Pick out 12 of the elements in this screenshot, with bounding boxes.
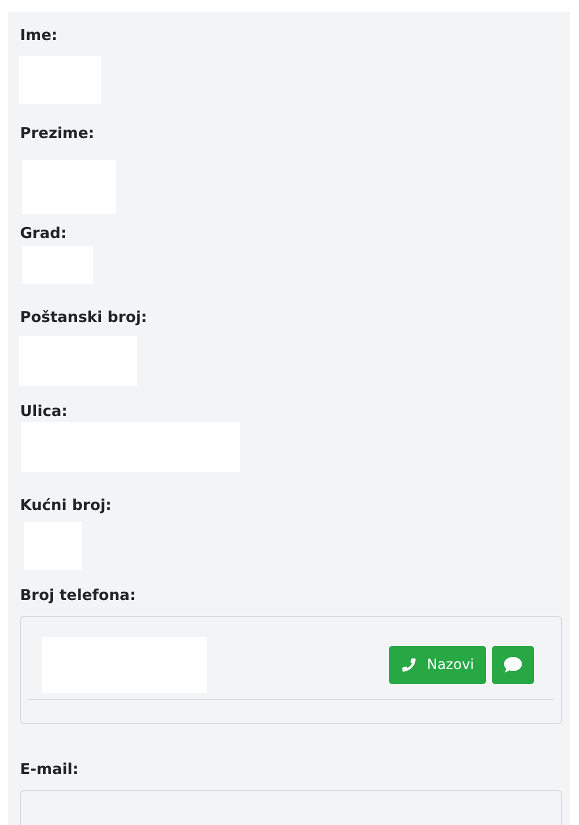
field-label: Broj telefona: — [20, 586, 137, 604]
field-label: Ulica: — [20, 402, 68, 420]
field-label: Grad: — [20, 224, 68, 242]
field-label: Poštanski broj: — [20, 308, 148, 326]
message-button[interactable] — [492, 646, 534, 684]
field-label: E-mail: — [20, 760, 80, 778]
chat-icon — [503, 656, 523, 674]
field-label: Kućni broj: — [20, 496, 113, 514]
field-label: Prezime: — [20, 124, 96, 142]
phone-icon — [400, 657, 417, 673]
field-label: Ime: — [20, 26, 58, 44]
call-button[interactable]: Nazovi — [388, 646, 486, 684]
